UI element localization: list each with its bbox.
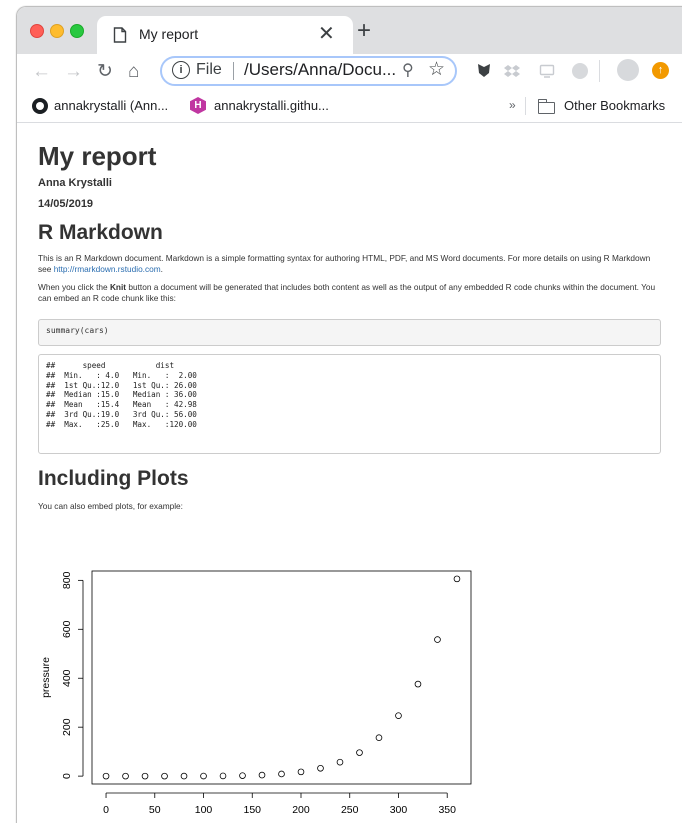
other-bookmarks[interactable]: Other Bookmarks (564, 98, 665, 113)
output-line: ## 1st Qu.:12.0 1st Qu.: 26.00 (46, 380, 207, 390)
knit-paragraph: When you click the Knit button a documen… (38, 282, 661, 304)
reload-button[interactable]: ↻ (97, 60, 113, 84)
code-text: summary(cars) (46, 326, 109, 335)
bookmark-annakrystalli[interactable]: annakrystalli (Ann... (54, 98, 168, 113)
home-button[interactable]: ⌂ (128, 60, 139, 84)
y-tick-label: 800 (61, 571, 73, 589)
plots-paragraph: You can also embed plots, for example: (38, 501, 183, 511)
update-icon[interactable]: ↑ (652, 62, 669, 79)
y-axis-label: pressure (40, 657, 52, 698)
section-heading-including-plots: Including Plots (38, 467, 189, 490)
intro-period: . (160, 264, 163, 274)
data-point (161, 772, 168, 780)
x-tick-label: 150 (243, 804, 261, 816)
forward-button[interactable]: → (64, 60, 83, 84)
data-point (356, 749, 363, 756)
pressure-scatter-plot: 050100150200250300350temperature02004006… (40, 570, 472, 816)
url-text[interactable]: /Users/Anna/Docu... (244, 60, 396, 80)
data-point (434, 636, 441, 643)
output-line: ## 3rd Qu.:19.0 3rd Qu.: 56.00 (46, 409, 207, 419)
browser-window: My report ✕ + ← → ↻ ⌂ i File /Users/Anna… (16, 6, 682, 823)
x-tick-label: 350 (438, 804, 456, 816)
minimize-window-button[interactable] (50, 24, 64, 38)
data-point (180, 772, 188, 780)
output-line: ## Mean :15.4 Mean : 42.98 (46, 400, 207, 410)
dropbox-extension-icon[interactable] (504, 63, 520, 79)
author: Anna Krystalli (38, 177, 112, 189)
x-tick-label: 300 (390, 804, 408, 816)
knit-bold: Knit (109, 282, 127, 292)
plot-frame (91, 570, 472, 785)
output-line: ## Min. : 4.0 Min. : 2.00 (46, 370, 207, 380)
x-tick-label: 50 (149, 804, 161, 816)
x-tick-label: 200 (292, 804, 310, 816)
github-icon (32, 98, 48, 114)
folder-icon (538, 99, 555, 114)
info-icon[interactable]: i (172, 61, 190, 79)
x-tick-label: 250 (341, 804, 359, 816)
bookmark-annakrystalli-github[interactable]: annakrystalli.githu... (214, 98, 329, 113)
ublock-extension-icon[interactable] (476, 62, 492, 78)
toolbar-divider (599, 60, 600, 82)
document-icon (113, 27, 127, 43)
avatar[interactable] (617, 59, 639, 81)
data-point (375, 734, 383, 741)
rmarkdown-link[interactable]: http://rmarkdown.rstudio.com (54, 264, 161, 274)
toolbar: ← → ↻ ⌂ i File /Users/Anna/Docu... ⚲ ☆ ↑ (17, 54, 682, 92)
knit-text-after: button a document will be generated that… (38, 282, 656, 303)
close-tab-icon[interactable]: ✕ (318, 22, 335, 46)
data-point (200, 772, 207, 780)
date: 14/05/2019 (38, 198, 94, 210)
data-point (239, 772, 246, 779)
address-bar[interactable]: i File /Users/Anna/Docu... ⚲ ☆ (160, 56, 457, 86)
data-point (278, 770, 285, 778)
profile-extension-icon[interactable] (572, 63, 588, 79)
data-point (395, 712, 402, 719)
y-tick-label: 0 (61, 773, 73, 779)
output-line: ## Median :15.0 Median : 36.00 (46, 390, 207, 400)
data-point (141, 772, 149, 780)
x-tick-label: 100 (195, 804, 213, 816)
bookmark-star-icon[interactable]: ☆ (428, 58, 445, 81)
knit-text-before: When you click the (38, 282, 110, 292)
y-tick-label: 600 (61, 620, 73, 638)
data-point (336, 758, 344, 766)
hexo-icon: H (190, 97, 206, 114)
data-point (219, 772, 227, 780)
code-chunk: summary(cars) (38, 319, 661, 346)
code-output: ## speed dist ## Min. : 4.0 Min. : 2.00 … (38, 354, 661, 454)
back-button[interactable]: ← (32, 60, 51, 84)
data-point (102, 772, 110, 780)
maximize-window-button[interactable] (70, 24, 84, 38)
close-window-button[interactable] (30, 24, 44, 38)
x-tick-label: 0 (103, 804, 109, 816)
bookmarks-bar: annakrystalli (Ann... H annakrystalli.gi… (17, 92, 682, 123)
y-tick-label: 200 (61, 718, 73, 736)
new-tab-button[interactable]: + (357, 17, 371, 45)
url-scheme: File (196, 61, 222, 78)
data-point (122, 772, 129, 780)
tab-my-report[interactable]: My report ✕ (97, 16, 353, 54)
data-point (258, 771, 266, 779)
data-point (414, 680, 422, 688)
output-line: ## speed dist (46, 361, 207, 370)
data-point (317, 764, 324, 772)
zoom-icon[interactable]: ⚲ (402, 60, 414, 80)
bookmarks-divider (525, 97, 526, 115)
tab-strip: My report ✕ + (17, 7, 682, 54)
data-point (453, 575, 461, 583)
cast-extension-icon[interactable] (539, 63, 555, 79)
intro-paragraph: This is an R Markdown document. Markdown… (38, 253, 661, 275)
url-separator (233, 62, 234, 80)
data-point (297, 768, 305, 776)
section-heading-r-markdown: R Markdown (38, 221, 163, 244)
more-bookmarks-button[interactable]: » (509, 98, 516, 112)
page-title: My report (38, 141, 157, 171)
output-line: ## Max. :25.0 Max. :120.00 (46, 419, 207, 429)
y-tick-label: 400 (61, 669, 73, 687)
tab-title: My report (139, 26, 199, 42)
